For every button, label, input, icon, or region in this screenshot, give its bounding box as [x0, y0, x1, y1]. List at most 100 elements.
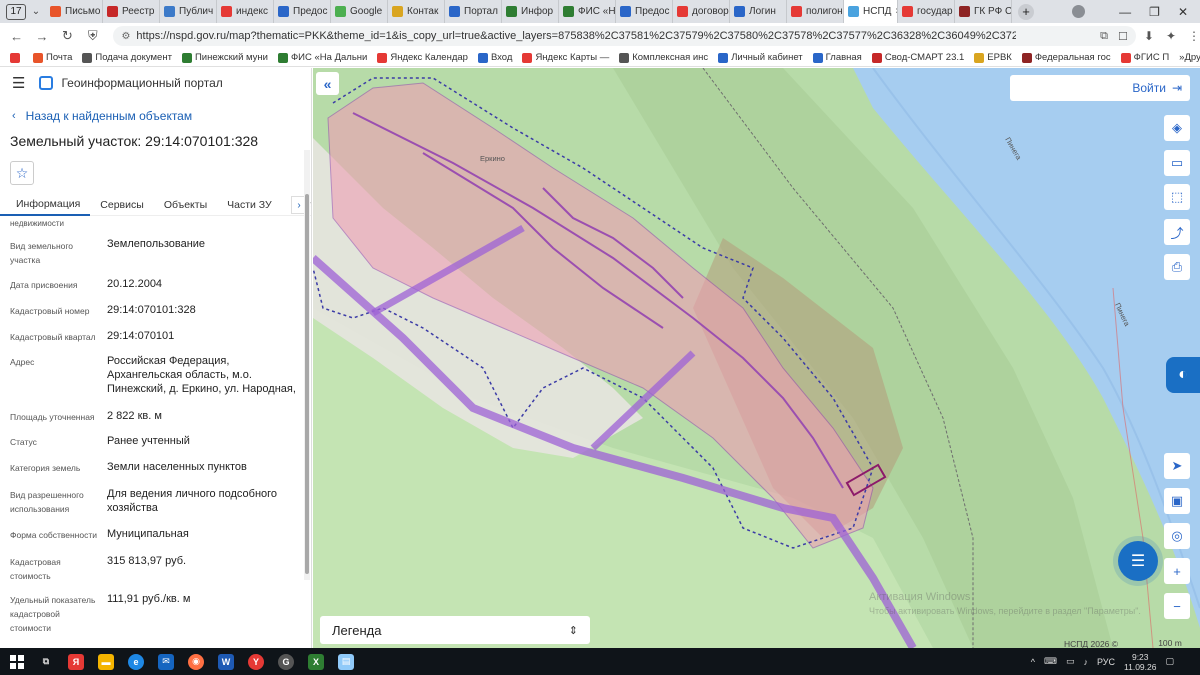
forward-arrow-icon[interactable]: → [33, 29, 50, 44]
yandex-icon[interactable]: Y [248, 653, 264, 670]
window-close-icon[interactable]: ✕ [1178, 5, 1188, 19]
browser-tab-active[interactable]: НСПД × [844, 0, 898, 23]
bookmark-item[interactable]: ЕРВК [974, 52, 1012, 63]
zoom-in-icon[interactable]: + [1164, 558, 1190, 584]
new-tab-button[interactable]: + [1018, 3, 1034, 20]
tray-chevron-icon[interactable]: ^ [1031, 657, 1035, 667]
download-icon[interactable]: ⬇ [1144, 29, 1154, 43]
print-tool-icon[interactable]: ⎙ [1164, 254, 1190, 280]
youtube-bookmark-icon[interactable] [10, 52, 23, 63]
bookmark-item[interactable]: Главная [812, 52, 862, 63]
browser-tab[interactable]: Инфор [502, 0, 559, 23]
volume-icon[interactable]: ♪ [1083, 657, 1088, 667]
tab-parts[interactable]: Части ЗУ [217, 194, 282, 216]
word-icon[interactable]: W [218, 653, 234, 670]
legend-dropdown[interactable]: Легенда ⇕ [320, 616, 590, 644]
browser-tab[interactable]: Реестр [103, 0, 160, 23]
map-services-icon[interactable]: ◐ [1166, 357, 1200, 393]
bookmark-item[interactable]: Яндекс Карты — [522, 52, 609, 63]
share-tool-icon[interactable]: ⤴ [1164, 219, 1190, 245]
mail-icon[interactable]: ✉ [158, 653, 174, 670]
minimize-icon[interactable]: — [1119, 5, 1131, 19]
bookmark-item[interactable]: ФГИС П [1120, 52, 1169, 63]
bookmark-item[interactable]: Комплексная инс [619, 52, 708, 63]
minimap-tool-icon[interactable]: ▣ [1164, 488, 1190, 514]
browser-tab[interactable]: Портал [445, 0, 502, 23]
chat-support-icon[interactable]: ☰ [1118, 541, 1158, 581]
browser-tab[interactable]: Письмо [46, 0, 103, 23]
bookmark-item[interactable]: Вход [477, 52, 512, 63]
reload-icon[interactable]: ↻ [59, 28, 76, 44]
browser-tab[interactable]: Google [331, 0, 388, 23]
panel-scrollbar[interactable] [304, 150, 310, 580]
browser-tab[interactable]: полигон [787, 0, 844, 23]
map-view[interactable]: Еркино Пинега Пинега « Войти ⇥ ◈ ▭ ⬚ ⤴ ⎙… [313, 68, 1200, 648]
search-location-tool-icon[interactable]: ◎ [1164, 523, 1190, 549]
task-view-icon[interactable]: ⧉ [38, 654, 54, 670]
firefox-icon[interactable]: ◉ [188, 653, 204, 670]
tab-information[interactable]: Информация [0, 194, 91, 216]
bookmark-item[interactable]: Яндекс Календар [377, 52, 468, 63]
clock[interactable]: 9:23 11.09.26 [1124, 652, 1156, 672]
zoom-out-icon[interactable]: − [1164, 593, 1190, 619]
browser-tab[interactable]: Предос [616, 0, 673, 23]
map-canvas[interactable] [313, 68, 1200, 648]
edge-icon[interactable]: e [128, 653, 144, 670]
browser-tab[interactable]: ФИС «Н [559, 0, 616, 23]
network-icon[interactable]: ▭ [1066, 656, 1075, 667]
scrollbar-thumb[interactable] [305, 194, 309, 574]
copy-icon[interactable]: ⧉ [1100, 30, 1108, 43]
bookmark-icon[interactable]: ☐ [1118, 30, 1128, 43]
back-arrow-icon[interactable]: ← [8, 29, 25, 44]
windows-start-icon[interactable] [10, 654, 24, 669]
notifications-icon[interactable]: ▢ [1165, 656, 1174, 667]
hamburger-menu-icon[interactable]: ☰ [12, 74, 25, 92]
bookmark-item[interactable]: ФИС «На Дальни [277, 52, 367, 63]
bookmark-item[interactable]: Почта [33, 52, 72, 63]
property-label: Площадь уточненная [10, 412, 95, 422]
tab-objects[interactable]: Объекты [154, 194, 217, 216]
excel-icon[interactable]: X [308, 653, 324, 670]
browser-tab[interactable]: Публич [160, 0, 217, 23]
bookmark-item[interactable]: Личный кабинет [718, 52, 803, 63]
browser-tab[interactable]: Контак [388, 0, 445, 23]
app-icon[interactable]: G [278, 653, 294, 670]
browser-tab[interactable]: индекс [217, 0, 274, 23]
browser-tab[interactable]: Предос [274, 0, 331, 23]
yandex-browser-icon[interactable]: Я [68, 653, 84, 670]
bookmark-item[interactable]: Свод-СМАРТ 23.1 [871, 52, 964, 63]
profile-avatar-icon[interactable] [1072, 5, 1085, 18]
browser-tab[interactable]: договор [673, 0, 730, 23]
bookmark-item[interactable]: Федеральная гос [1021, 52, 1111, 63]
browser-tab[interactable]: государ [898, 0, 955, 23]
tab-list-chevron-icon[interactable]: ⌄ [26, 6, 46, 17]
browser-menu-icon[interactable]: ⋮ [1188, 29, 1200, 43]
browser-tab[interactable]: ГК РФ С [955, 0, 1012, 23]
login-button[interactable]: Войти ⇥ [1010, 75, 1190, 101]
file-explorer-icon[interactable]: ▬ [98, 653, 114, 670]
keyboard-icon[interactable]: ⌨ [1044, 656, 1057, 667]
legend-label: Легенда [332, 622, 382, 638]
protect-shield-icon[interactable]: ⛨ [84, 28, 101, 44]
bookmark-label: Почта [46, 52, 73, 63]
tab-services[interactable]: Сервисы [90, 194, 154, 216]
language-indicator[interactable]: РУС [1097, 657, 1115, 667]
browser-tab[interactable]: Логин [730, 0, 787, 23]
property-value: 29:14:070101 [107, 330, 175, 342]
tab-counter[interactable]: 17 [6, 3, 26, 20]
select-area-tool-icon[interactable]: ⬚ [1164, 184, 1190, 210]
layers-tool-icon[interactable]: ◈ [1164, 115, 1190, 141]
maximize-icon[interactable]: ❐ [1149, 5, 1160, 19]
back-to-results-link[interactable]: ‹ Назад к найденным объектам [0, 107, 311, 125]
site-info-icon[interactable]: ⚙ [121, 31, 130, 42]
favorite-star-button[interactable]: ☆ [10, 161, 34, 185]
extensions-icon[interactable]: ✦ [1166, 29, 1176, 43]
notes-icon[interactable]: ▤ [338, 653, 354, 670]
ruler-tool-icon[interactable]: ▭ [1164, 150, 1190, 176]
address-bar[interactable]: ⚙ https://nspd.gov.ru/map?thematic=PKK&t… [113, 26, 1136, 46]
collapse-panel-button[interactable]: « [316, 72, 339, 95]
geolocation-tool-icon[interactable]: ➤ [1164, 453, 1190, 479]
bookmark-item[interactable]: Подача документ [82, 52, 172, 63]
bookmark-item[interactable]: Пинежский муни [181, 52, 268, 63]
other-bookmarks-button[interactable]: Другие закладки [1184, 52, 1200, 63]
